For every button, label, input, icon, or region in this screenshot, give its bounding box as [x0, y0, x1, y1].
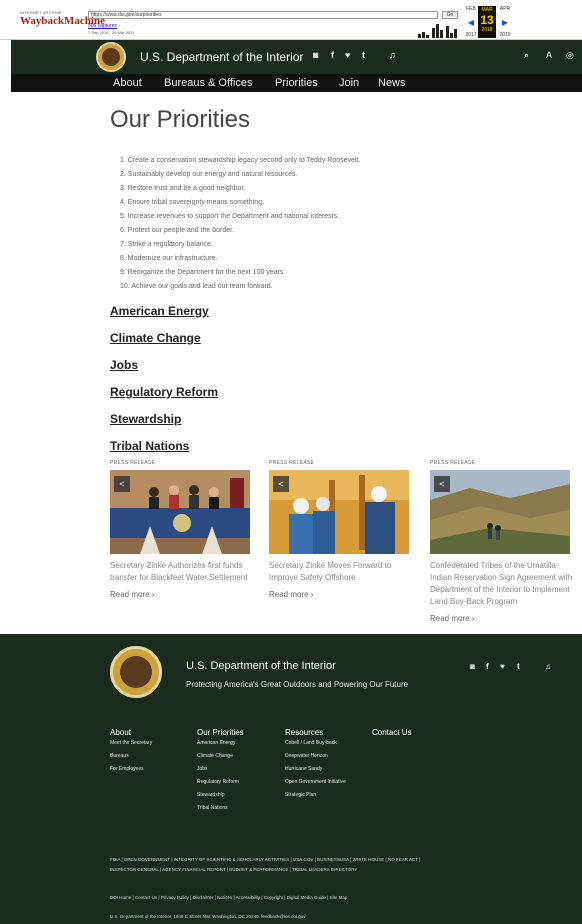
footer-link[interactable]: Bureaus	[110, 753, 129, 759]
twitter-icon[interactable]: t	[362, 50, 365, 60]
font-size-icon[interactable]: A	[546, 50, 552, 60]
nav-priorities[interactable]: Priorities	[275, 77, 318, 89]
translate-icon[interactable]: ◎	[566, 50, 574, 61]
category-link-tribal-nations[interactable]: Tribal Nations	[110, 439, 189, 453]
priority-item: 5. Increase revenues to support the Depa…	[120, 213, 340, 220]
wayback-sparkline[interactable]	[416, 22, 460, 38]
category-link-climate-change[interactable]: Climate Change	[110, 331, 201, 345]
priority-item: 10. Achieve our goals and lead our team …	[120, 283, 273, 290]
nav-news[interactable]: News	[378, 77, 406, 89]
nav-about[interactable]: About	[113, 77, 142, 89]
news-card: PRESS RELEASE < Secretary Zinke Authoriz…	[110, 460, 255, 599]
footer-link[interactable]: American Energy	[197, 740, 235, 746]
category-link-american-energy[interactable]: American Energy	[110, 304, 209, 318]
share-icon[interactable]: <	[434, 476, 450, 492]
card-title-link[interactable]: Confederated Tribes of the Umatilla Indi…	[430, 560, 575, 608]
read-more-link[interactable]: Read more ›	[430, 614, 575, 623]
footer-seal-logo[interactable]	[110, 646, 162, 698]
priority-item: 8. Modernize our infrastructure.	[120, 255, 218, 262]
wayback-next-month[interactable]: APR	[496, 6, 514, 12]
priority-item: 6. Protect our people and the border.	[120, 227, 235, 234]
card-photo[interactable]: <	[110, 470, 250, 554]
footer-col-resources[interactable]: Resources	[285, 728, 323, 737]
priority-item: 7. Strike a regulatory balance.	[120, 241, 213, 248]
footer-col-priorities[interactable]: Our Priorities	[197, 728, 244, 737]
footer-flickr-icon[interactable]: ♥	[500, 662, 505, 671]
footer-link[interactable]: Tribal Nations	[197, 805, 228, 811]
instagram-icon[interactable]: ◙	[313, 50, 318, 60]
share-icon[interactable]: <	[273, 476, 289, 492]
footer-links-line-3[interactable]: DOI Home | Contact Us | Privacy Policy |…	[110, 895, 347, 900]
wayback-date-range: 7 Sep 2016 - 26 Mar 2021	[88, 30, 135, 35]
footer-col-about[interactable]: About	[110, 728, 131, 737]
priorities-list: 1. Create a conservation stewardship leg…	[120, 154, 360, 294]
footer-link[interactable]: Climate Change	[197, 753, 233, 759]
doi-seal-logo[interactable]	[96, 42, 126, 72]
wayback-calendar: FEB ◀ 2017 MAR 13 2018 APR ▶ 2019	[462, 6, 522, 38]
news-card: PRESS RELEASE < Confederated Tribes of t…	[430, 460, 575, 623]
site-title[interactable]: U.S. Department of the Interior	[140, 50, 303, 64]
priority-item: 4. Ensure tribal sovereignty means somet…	[120, 199, 264, 206]
category-link-stewardship[interactable]: Stewardship	[110, 412, 181, 426]
search-icon[interactable]: ⌕	[524, 50, 529, 61]
category-link-jobs[interactable]: Jobs	[110, 358, 138, 372]
footer-link[interactable]: Deepwater Horizon	[285, 753, 328, 759]
flickr-icon[interactable]: ♥	[345, 50, 350, 60]
card-label: PRESS RELEASE	[110, 460, 156, 466]
category-link-regulatory-reform[interactable]: Regulatory Reform	[110, 385, 218, 399]
footer-instagram-icon[interactable]: ◙	[470, 662, 475, 671]
wayback-current-day: 13	[480, 13, 494, 27]
card-title-link[interactable]: Secretary Zinke Moves Forward to Improve…	[269, 560, 414, 584]
wayback-logo-big: WaybackMachine	[20, 15, 105, 27]
priority-item: 1. Create a conservation stewardship leg…	[120, 157, 361, 164]
footer-link[interactable]: Stewardship	[197, 792, 225, 798]
youtube-icon[interactable]: ♫	[389, 50, 396, 60]
footer-tagline: Protecting America's Great Outdoors and …	[186, 680, 409, 689]
nav-join[interactable]: Join	[339, 77, 359, 89]
wayback-toolbar: INTERNET ARCHIVE WaybackMachine https://…	[0, 0, 582, 40]
card-title-link[interactable]: Secretary Zinke Authorizes first funds t…	[110, 560, 255, 584]
footer-address: U.S. Department of the Interior, 1849 C …	[110, 914, 306, 919]
footer-link[interactable]: Meet the Secretary	[110, 740, 152, 746]
wayback-next-year[interactable]: 2019	[496, 32, 514, 38]
footer-link[interactable]: Strategic Plan	[285, 792, 316, 798]
wayback-current-date: MAR 13 2018	[478, 6, 496, 38]
wayback-url-input[interactable]: https://www.doi.gov/ourpriorities	[88, 11, 438, 19]
footer-links-line-1[interactable]: FOIA | OPEN GOVERNMENT | INTEGRITY OF SC…	[110, 857, 420, 862]
card-label: PRESS RELEASE	[269, 460, 315, 466]
footer-link[interactable]: Cobell / Land Buy-back	[285, 740, 337, 746]
share-icon[interactable]: <	[114, 476, 130, 492]
footer-twitter-icon[interactable]: t	[517, 662, 520, 671]
facebook-icon[interactable]: f	[331, 50, 334, 60]
card-photo[interactable]: <	[269, 470, 409, 554]
footer-links-line-2[interactable]: INSPECTOR GENERAL | AGENCY FINANCIAL REP…	[110, 867, 357, 872]
footer-link[interactable]: Hurricane Sandy	[285, 766, 322, 772]
news-card: PRESS RELEASE < Secretary Zinke Moves Fo…	[269, 460, 414, 599]
priority-item: 3. Restore trust and be a good neighbor.	[120, 185, 246, 192]
read-more-link[interactable]: Read more ›	[269, 590, 414, 599]
wayback-captures-link[interactable]: 506 captures	[88, 23, 117, 29]
nav-bureaus-offices[interactable]: Bureaus & Offices	[164, 77, 252, 89]
priority-item: 9. Reorganize the Department for the nex…	[120, 269, 286, 276]
footer-title: U.S. Department of the Interior	[186, 660, 336, 672]
page-title: Our Priorities	[110, 106, 251, 133]
read-more-link[interactable]: Read more ›	[110, 590, 255, 599]
footer-link[interactable]: Regulatory Reform	[197, 779, 239, 785]
footer-link[interactable]: For Employees	[110, 766, 144, 772]
footer-col-contact[interactable]: Contact Us	[372, 728, 412, 737]
footer-facebook-icon[interactable]: f	[486, 662, 489, 671]
wayback-current-year: 2018	[481, 27, 493, 33]
priority-item: 2. Sustainably develop our energy and na…	[120, 171, 298, 178]
card-photo[interactable]: <	[430, 470, 570, 554]
footer-link[interactable]: Jobs	[197, 766, 208, 772]
card-label: PRESS RELEASE	[430, 460, 476, 466]
footer-link[interactable]: Open Government Initiative	[285, 779, 346, 785]
wayback-next-arrow-icon[interactable]: ▶	[496, 18, 514, 27]
wayback-logo[interactable]: INTERNET ARCHIVE WaybackMachine	[20, 10, 105, 32]
wayback-go-button[interactable]: Go	[442, 11, 458, 19]
footer-youtube-icon[interactable]: ♫	[545, 662, 551, 671]
